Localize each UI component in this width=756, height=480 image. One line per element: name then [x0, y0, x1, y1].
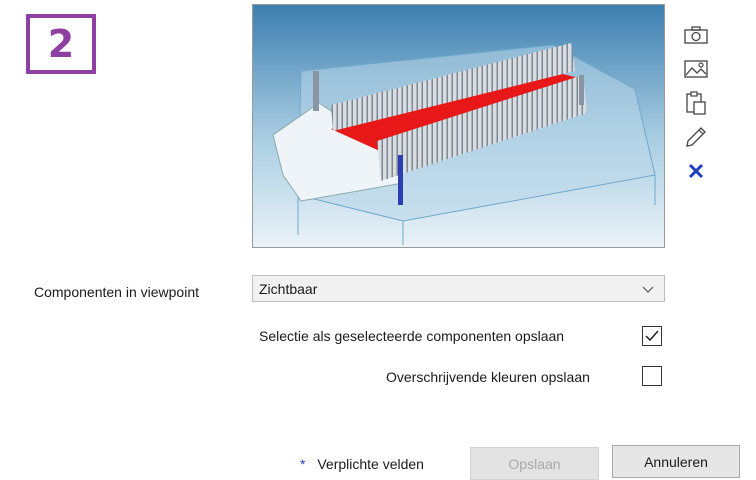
required-label: Verplichte velden	[317, 456, 424, 472]
camera-icon[interactable]	[678, 20, 714, 50]
selection-checkbox[interactable]	[642, 326, 662, 346]
pencil-icon[interactable]	[678, 122, 714, 152]
components-label: Componenten in viewpoint	[34, 284, 199, 300]
selection-label: Selectie als geselecteerde componenten o…	[259, 328, 565, 344]
required-star: *	[300, 456, 306, 472]
chevron-down-icon	[642, 282, 654, 298]
components-dropdown[interactable]: Zichtbaar	[252, 275, 665, 302]
colors-label: Overschrijvende kleuren opslaan	[386, 369, 590, 385]
step-badge: 2	[26, 14, 96, 74]
cancel-button[interactable]: Annuleren	[612, 445, 740, 478]
checkmark-icon	[645, 330, 659, 342]
delete-icon[interactable]	[678, 156, 714, 186]
required-fields-note: * Verplichte velden	[300, 456, 424, 472]
save-button[interactable]: Opslaan	[470, 447, 599, 480]
components-dropdown-value: Zichtbaar	[259, 280, 318, 297]
viewpoint-preview	[252, 4, 665, 248]
model-render	[253, 5, 664, 247]
viewpoint-toolbar	[678, 20, 714, 190]
image-icon[interactable]	[678, 54, 714, 84]
clipboard-icon[interactable]	[678, 88, 714, 118]
colors-checkbox[interactable]	[642, 366, 662, 386]
